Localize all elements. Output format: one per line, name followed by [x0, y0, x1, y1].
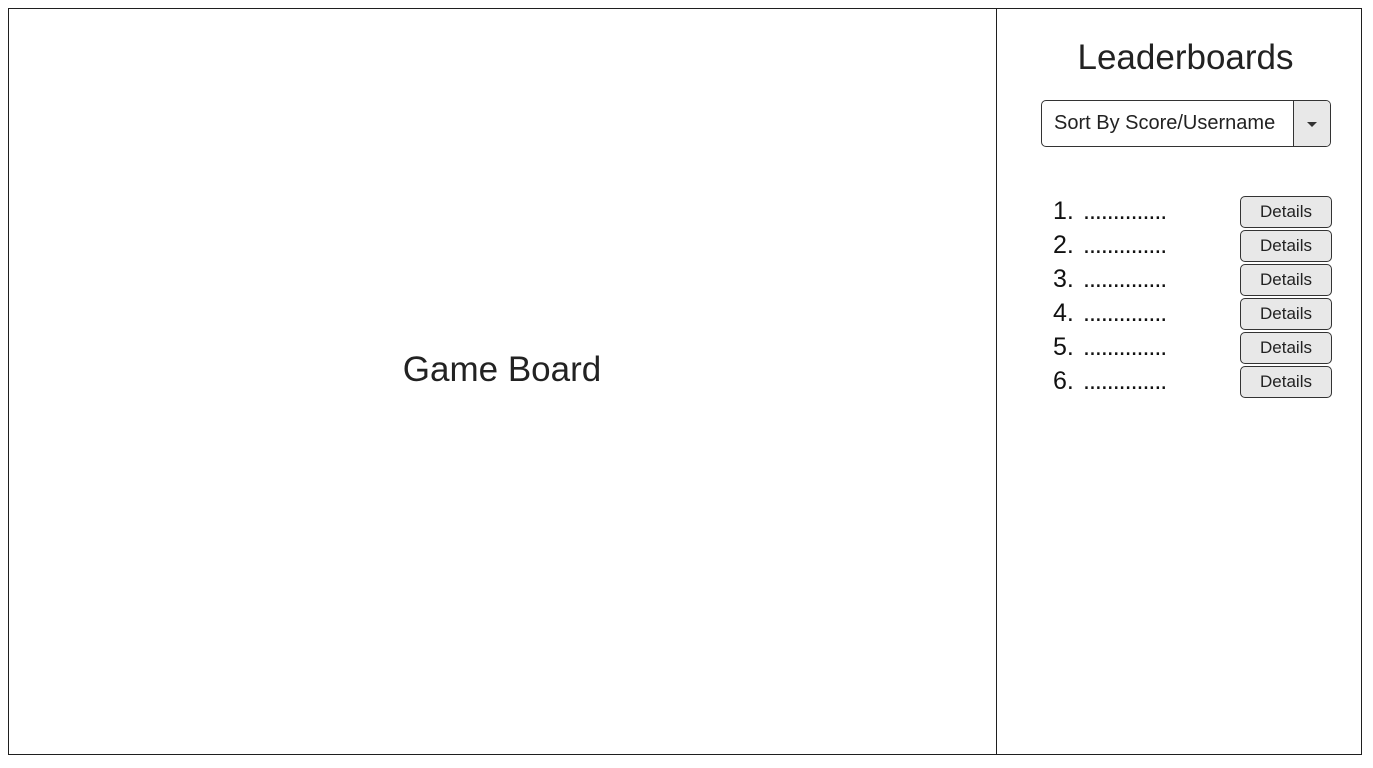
rank-number: 5.: [1053, 333, 1074, 361]
player-name: ..............: [1083, 231, 1167, 259]
rank-number: 1.: [1053, 197, 1074, 225]
leaderboard-panel: Leaderboards Sort By Score/Username 1. .…: [997, 8, 1362, 755]
sort-dropdown[interactable]: Sort By Score/Username: [1041, 100, 1331, 147]
rank-number: 6.: [1053, 367, 1074, 395]
player-name: ..............: [1083, 367, 1167, 395]
player-name: ..............: [1083, 299, 1167, 327]
leaderboard-list: 1. .............. Details 2. ...........…: [1053, 196, 1332, 400]
chevron-down-icon[interactable]: [1293, 101, 1330, 146]
player-name: ..............: [1083, 265, 1167, 293]
leaderboard-row: 1. .............. Details: [1053, 196, 1332, 230]
sort-dropdown-value: Sort By Score/Username: [1054, 112, 1276, 134]
leaderboard-title: Leaderboards: [1077, 38, 1294, 77]
game-board[interactable]: Game Board: [8, 8, 997, 755]
rank-number: 2.: [1053, 231, 1074, 259]
player-name: ..............: [1083, 333, 1167, 361]
details-button[interactable]: Details: [1240, 264, 1332, 296]
leaderboard-row: 2. .............. Details: [1053, 230, 1332, 264]
rank-number: 3.: [1053, 265, 1074, 293]
details-button[interactable]: Details: [1240, 332, 1332, 364]
player-name: ..............: [1083, 197, 1167, 225]
leaderboard-row: 4. .............. Details: [1053, 298, 1332, 332]
details-button[interactable]: Details: [1240, 196, 1332, 228]
leaderboard-row: 5. .............. Details: [1053, 332, 1332, 366]
details-button[interactable]: Details: [1240, 230, 1332, 262]
game-board-title: Game Board: [402, 350, 602, 389]
leaderboard-row: 3. .............. Details: [1053, 264, 1332, 298]
leaderboard-row: 6. .............. Details: [1053, 366, 1332, 400]
details-button[interactable]: Details: [1240, 298, 1332, 330]
rank-number: 4.: [1053, 299, 1074, 327]
details-button[interactable]: Details: [1240, 366, 1332, 398]
